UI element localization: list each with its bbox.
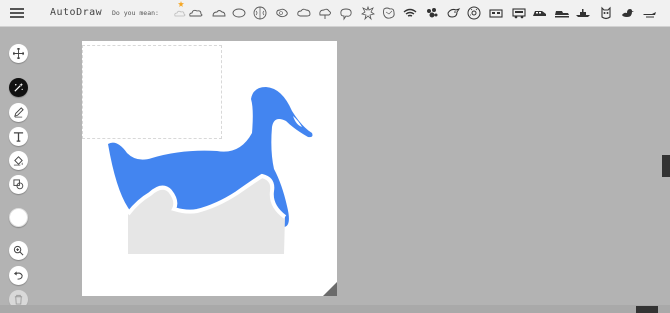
- select-tool-button[interactable]: [9, 44, 28, 63]
- drawing-canvas[interactable]: [82, 41, 337, 296]
- zoom-icon: [13, 245, 24, 256]
- top-bar: AutoDraw Do you mean:: [0, 0, 670, 27]
- suggestions-label: Do you mean:: [112, 9, 159, 17]
- bus-icon[interactable]: [554, 5, 570, 21]
- pencil-icon: [14, 107, 24, 118]
- ellipse-icon[interactable]: [231, 5, 247, 21]
- truck-icon[interactable]: [511, 5, 527, 21]
- text-icon: [13, 132, 24, 142]
- zoom-tool-button[interactable]: [9, 241, 28, 260]
- menu-icon[interactable]: [10, 6, 24, 20]
- swan-drawing: [108, 87, 313, 254]
- suggestion-strip: [168, 3, 670, 25]
- cloud-bubble-icon[interactable]: [338, 5, 354, 21]
- resize-handle[interactable]: [323, 282, 337, 296]
- blob-icon[interactable]: [274, 5, 290, 21]
- delete-icon: [14, 294, 23, 305]
- shape-icon: [13, 179, 24, 190]
- horizontal-scrollbar[interactable]: [0, 305, 670, 313]
- type-tool-button[interactable]: [9, 127, 28, 146]
- horizontal-scrollbar-thumb[interactable]: [636, 306, 658, 313]
- fill-tool-button[interactable]: [9, 151, 28, 170]
- boat-icon[interactable]: [575, 5, 591, 21]
- leaf-cloud-icon[interactable]: [317, 5, 333, 21]
- jet-icon[interactable]: [642, 5, 658, 21]
- bird-icon[interactable]: [445, 5, 461, 21]
- car-icon[interactable]: [488, 5, 504, 21]
- cloud-wide-icon[interactable]: [296, 5, 312, 21]
- shape-tool-button[interactable]: [9, 175, 28, 194]
- cloud-sparkle-icon[interactable]: [172, 5, 188, 21]
- fill-icon: [13, 156, 23, 166]
- draw-tool-button[interactable]: [9, 103, 28, 122]
- duck-icon[interactable]: [620, 5, 636, 21]
- owl-icon[interactable]: [598, 5, 614, 21]
- vertical-scrollbar-thumb[interactable]: [662, 155, 670, 177]
- splat-icon[interactable]: [360, 5, 376, 21]
- autodraw-tool-button[interactable]: [9, 78, 28, 97]
- autodraw-icon: [14, 82, 24, 92]
- brain-icon[interactable]: [252, 5, 268, 21]
- cloud-icon[interactable]: [188, 5, 204, 21]
- app-title: AutoDraw: [50, 7, 103, 18]
- train-icon[interactable]: [532, 5, 548, 21]
- cloud-outline-icon[interactable]: [211, 5, 227, 21]
- undo-button[interactable]: [9, 266, 28, 285]
- map-icon[interactable]: [381, 5, 397, 21]
- undo-icon: [13, 271, 23, 280]
- dog-icon[interactable]: [424, 5, 440, 21]
- donut-icon[interactable]: [466, 5, 482, 21]
- move-icon: [13, 48, 24, 59]
- color-swatch[interactable]: [9, 208, 28, 227]
- wifi-icon[interactable]: [402, 5, 418, 21]
